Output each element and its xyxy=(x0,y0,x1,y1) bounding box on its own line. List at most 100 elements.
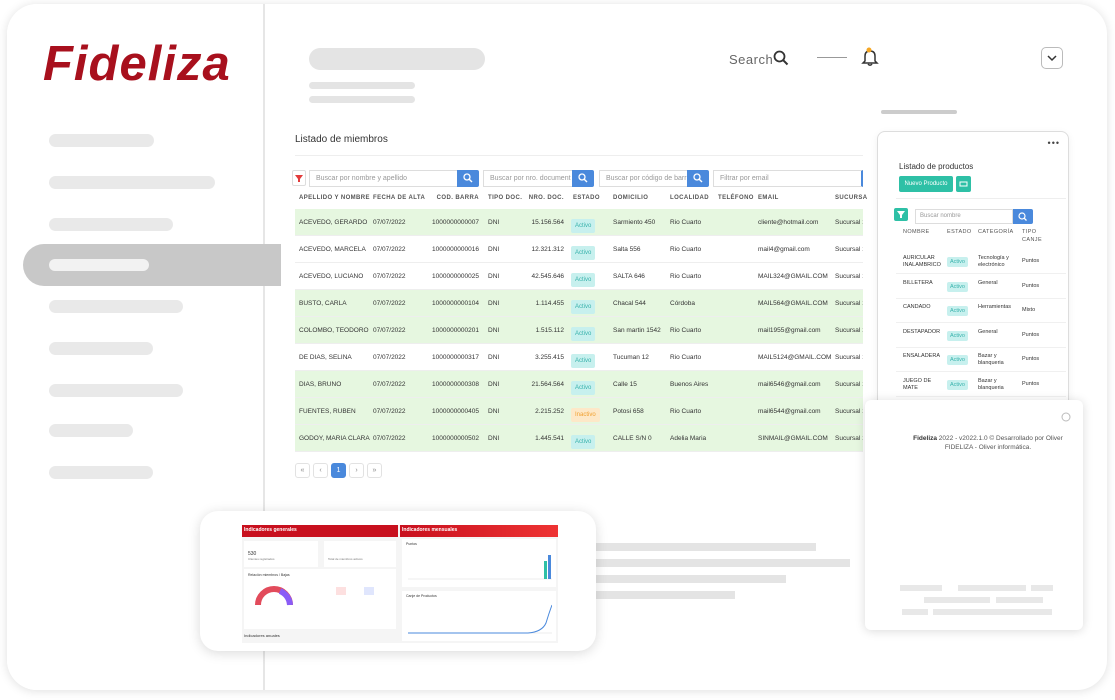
sidebar-item[interactable] xyxy=(49,176,215,189)
column-header[interactable]: LOCALIDAD xyxy=(670,195,709,201)
search-label[interactable]: Search xyxy=(729,52,773,67)
page-last-button[interactable]: » xyxy=(367,463,382,478)
table-cell-date: 07/07/2022 xyxy=(373,435,406,442)
product-column-header[interactable]: CATEGORÍA xyxy=(978,228,1028,236)
product-row[interactable]: JUEGO DE MATE Activo Bazar y blanqueria Pun… xyxy=(896,373,1066,397)
divider xyxy=(896,198,1066,199)
product-search-button[interactable] xyxy=(1013,209,1033,224)
placeholder-line xyxy=(933,609,1052,615)
new-product-button[interactable]: Nuevo Producto xyxy=(899,176,953,192)
sidebar-item[interactable] xyxy=(49,218,173,231)
product-search-input[interactable]: Buscar nombre xyxy=(915,209,1013,224)
product-cell-type: Puntos xyxy=(1022,380,1040,387)
search-barcode-button[interactable] xyxy=(687,170,709,187)
column-header[interactable]: FECHA DE ALTA xyxy=(373,195,425,201)
table-cell-date: 07/07/2022 xyxy=(373,354,406,361)
sidebar-item[interactable] xyxy=(49,424,133,437)
divider xyxy=(817,57,847,58)
status-badge: Activo xyxy=(947,257,968,267)
table-cell-doctype: DNI xyxy=(488,327,500,334)
card-menu-icon[interactable]: ••• xyxy=(1048,138,1060,148)
status-badge: Activo xyxy=(571,354,596,368)
table-cell-docnum: 3.255.415 xyxy=(535,354,564,361)
sidebar-item[interactable] xyxy=(49,300,183,313)
table-cell-date: 07/07/2022 xyxy=(373,273,406,280)
export-button[interactable] xyxy=(956,176,971,192)
sidebar-item[interactable] xyxy=(49,384,183,397)
table-cell-email: MAIL5124@GMAIL.COM xyxy=(758,354,832,361)
search-icon[interactable] xyxy=(773,50,789,66)
column-header[interactable]: DOMICILIO xyxy=(613,195,648,201)
page-current-button[interactable]: 1 xyxy=(331,463,346,478)
product-filter-button[interactable] xyxy=(894,208,908,221)
table-cell-address: Chacal 544 xyxy=(613,300,646,307)
table-cell-email: mail6544@gmail.com xyxy=(758,408,821,415)
column-header[interactable]: NRO. DOC. xyxy=(529,195,564,201)
members-title: Listado de miembros xyxy=(295,134,388,145)
product-cell-name: AURICULAR INALAMBRICO xyxy=(903,255,941,268)
product-cell-name: ENSALADERA xyxy=(903,353,940,359)
column-header[interactable]: SUCURSA xyxy=(835,195,867,201)
table-row[interactable]: DIAS, BRUNO 07/07/2022 1000000000308 DNI 21.… xyxy=(295,371,863,398)
product-cell-name: CANDADO xyxy=(903,304,931,310)
product-column-header[interactable]: NOMBRE xyxy=(903,228,953,236)
table-cell-branch: Sucursal 1 xyxy=(835,408,863,415)
search-doc-button[interactable] xyxy=(572,170,594,187)
table-cell-email: MAIL564@GMAIL.COM xyxy=(758,300,828,307)
search-name-input[interactable]: Buscar por nombre y apellido xyxy=(309,170,457,187)
search-icon xyxy=(693,173,703,183)
column-header[interactable]: APELLIDO Y NOMBRE xyxy=(299,195,370,201)
table-row[interactable]: FUENTES, RUBEN 07/07/2022 1000000000405 DNI… xyxy=(295,398,863,425)
table-cell-barcode: 1000000000308 xyxy=(432,381,479,388)
table-cell-email: mail6546@gmail.com xyxy=(758,381,821,388)
sidebar-item[interactable] xyxy=(49,466,153,479)
page-first-button[interactable]: « xyxy=(295,463,310,478)
column-header[interactable]: EMAIL xyxy=(758,195,779,201)
page-next-button[interactable]: › xyxy=(349,463,364,478)
column-header[interactable]: TIPO DOC. xyxy=(488,195,522,201)
table-row[interactable]: ACEVEDO, GERARDO 07/07/2022 1000000000007 D… xyxy=(295,209,863,236)
column-header[interactable]: ESTADO xyxy=(573,195,600,201)
filter-button[interactable] xyxy=(292,170,306,186)
sidebar-item[interactable] xyxy=(49,342,153,355)
dropdown-button[interactable] xyxy=(1041,47,1063,69)
product-row[interactable]: DESTAPADOR Activo General Puntos xyxy=(896,324,1066,348)
chart-title: Puntos xyxy=(406,542,417,546)
product-row[interactable]: BILLETERA Activo General Puntos xyxy=(896,275,1066,299)
table-row[interactable]: DE DIAS, SELINA 07/07/2022 1000000000317 DN… xyxy=(295,344,863,371)
search-doc-input[interactable]: Buscar por nro. document xyxy=(483,170,572,187)
table-row[interactable]: ACEVEDO, MARCELA 07/07/2022 1000000000016 D… xyxy=(295,236,863,263)
dashboard-preview[interactable]: Indicadores generales Indicadores mensua… xyxy=(200,511,596,651)
sidebar-item-active[interactable] xyxy=(23,244,281,286)
table-row[interactable]: ACEVEDO, LUCIANO 07/07/2022 1000000000025 D… xyxy=(295,263,863,290)
table-cell-docnum: 42.545.646 xyxy=(531,273,564,280)
product-row[interactable]: ENSALADERA Activo Bazar y blanqueria Puntos xyxy=(896,348,1066,372)
table-row[interactable]: COLOMBO, TEODORO 07/07/2022 1000000000201 D… xyxy=(295,317,863,344)
product-row[interactable]: AURICULAR INALAMBRICO Activo Tecnología y … xyxy=(896,250,1066,274)
search-barcode-input[interactable]: Buscar por código de barr xyxy=(599,170,687,187)
column-header[interactable]: COD. BARRA xyxy=(437,195,479,201)
dashboard-bottom-header: Indicadores anuales xyxy=(244,631,396,643)
table-cell-branch: Sucursal 1 xyxy=(835,273,863,280)
table-cell-date: 07/07/2022 xyxy=(373,327,406,334)
status-badge: Activo xyxy=(947,330,968,341)
search-name-button[interactable] xyxy=(457,170,479,187)
chevron-down-icon xyxy=(1047,55,1057,62)
gear-icon[interactable] xyxy=(1061,412,1071,422)
table-row[interactable]: GODOY, MARIA CLARA 07/07/2022 100000000050… xyxy=(295,425,863,452)
column-header[interactable]: TELÉFONO xyxy=(718,195,754,201)
product-cell-name: BILLETERA xyxy=(903,279,933,286)
table-cell-address: San martin 1542 xyxy=(613,327,661,334)
table-cell-name: DE DIAS, SELINA xyxy=(299,354,352,361)
email-filter-input[interactable]: Filtrar por email xyxy=(713,170,863,187)
table-cell-name: ACEVEDO, MARCELA xyxy=(299,246,366,253)
status-badge: Activo xyxy=(947,379,968,390)
product-column-header[interactable]: TIPO CANJE xyxy=(1022,228,1050,244)
status-badge: Activo xyxy=(571,219,596,233)
bell-icon[interactable] xyxy=(860,47,880,67)
table-row[interactable]: BUSTO, CARLA 07/07/2022 1000000000104 DNI 1.… xyxy=(295,290,863,317)
page-prev-button[interactable]: ‹ xyxy=(313,463,328,478)
sidebar-item[interactable] xyxy=(49,134,154,147)
product-row[interactable]: CANDADO Activo Herramientas Mixto xyxy=(896,299,1066,323)
table-cell-barcode: 1000000000201 xyxy=(432,327,479,334)
